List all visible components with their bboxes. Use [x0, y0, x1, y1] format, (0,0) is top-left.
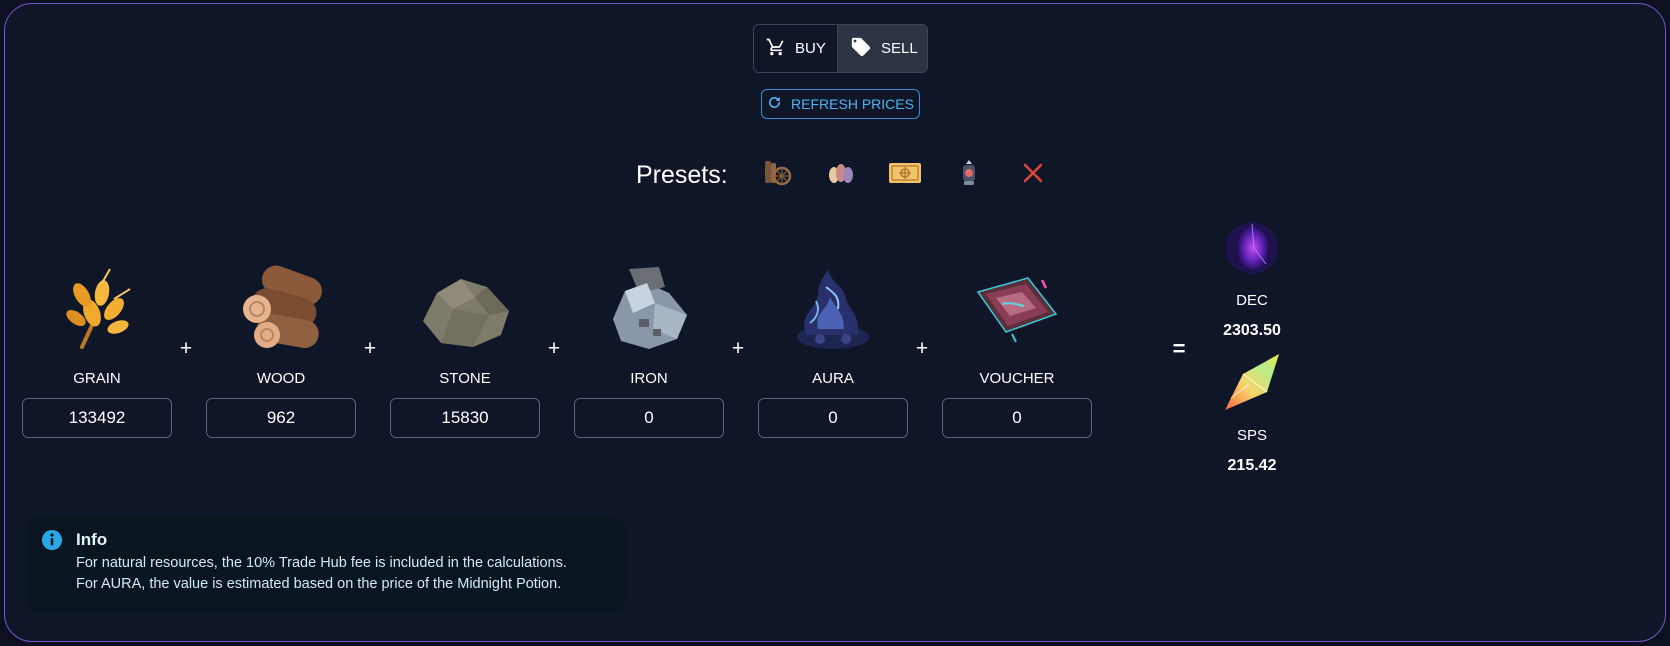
- lantern-icon: [958, 158, 980, 193]
- sell-label: SELL: [881, 40, 918, 57]
- result-sps: SPS 215.42: [1203, 351, 1301, 475]
- info-line: For natural resources, the 10% Trade Hub…: [76, 555, 567, 571]
- voucher-icon: [962, 258, 1072, 358]
- resource-grain: GRAIN: [22, 258, 172, 438]
- sell-option[interactable]: SELL: [837, 25, 927, 72]
- resource-iron: IRON: [574, 258, 724, 438]
- grain-amount-input[interactable]: [22, 398, 172, 438]
- tag-icon: [850, 36, 872, 62]
- resource-name: IRON: [630, 370, 668, 387]
- wood-icon: [226, 258, 336, 358]
- info-title: Info: [76, 530, 108, 549]
- resource-name: WOOD: [256, 370, 306, 387]
- preset-voucher[interactable]: [873, 154, 937, 196]
- iron-icon: [594, 258, 704, 358]
- presets-label: Presets:: [636, 160, 728, 189]
- refresh-prices-button[interactable]: REFRESH PRICES: [761, 89, 920, 119]
- buy-label: BUY: [795, 40, 826, 57]
- preset-potions[interactable]: [809, 154, 873, 196]
- iron-amount-input[interactable]: [574, 398, 724, 438]
- resource-name: STONE: [439, 370, 491, 387]
- info-line: For AURA, the value is estimated based o…: [76, 576, 562, 592]
- resource-stone: STONE: [390, 258, 540, 438]
- aura-amount-input[interactable]: [758, 398, 908, 438]
- plus-operator: +: [363, 337, 377, 360]
- buy-option[interactable]: BUY: [754, 25, 837, 72]
- preset-lantern[interactable]: [937, 154, 1001, 196]
- equals-operator: =: [1172, 336, 1186, 361]
- voucher-ticket-icon: [888, 161, 922, 190]
- result-value: 215.42: [1227, 457, 1277, 474]
- result-dec: DEC 2303.50: [1203, 216, 1301, 340]
- preset-wood-bundle[interactable]: [745, 154, 809, 196]
- resource-wood: WOOD: [206, 258, 356, 438]
- potions-icon: [826, 158, 856, 193]
- resource-aura: AURA: [758, 258, 908, 438]
- clear-preset-button[interactable]: [1001, 154, 1065, 196]
- presets-bar: Presets:: [636, 154, 1065, 196]
- info-box: Info For natural resources, the 10% Trad…: [26, 516, 626, 613]
- wood-amount-input[interactable]: [206, 398, 356, 438]
- result-value: 2303.50: [1223, 322, 1281, 339]
- stone-amount-input[interactable]: [390, 398, 540, 438]
- resource-name: AURA: [812, 370, 854, 387]
- buy-sell-toggle: BUY SELL: [753, 24, 928, 73]
- plus-operator: +: [547, 337, 561, 360]
- sps-shard-icon: [1220, 351, 1284, 415]
- stone-icon: [410, 258, 520, 358]
- refresh-icon: [767, 95, 782, 113]
- aura-icon: [778, 258, 888, 358]
- close-icon: [1022, 162, 1044, 189]
- market-panel: BUY SELL REFRESH PRICES Presets: GRAIN 1…: [4, 3, 1666, 642]
- info-icon: [41, 529, 63, 556]
- resource-name: GRAIN: [73, 370, 121, 387]
- plus-operator: +: [915, 337, 929, 360]
- refresh-label: REFRESH PRICES: [791, 96, 914, 112]
- wood-bundle-icon: [762, 158, 792, 193]
- cart-icon: [766, 37, 786, 61]
- plus-operator: +: [731, 337, 745, 360]
- result-name: DEC: [1236, 292, 1268, 309]
- voucher-amount-input[interactable]: [942, 398, 1092, 438]
- dec-crystal-icon: [1220, 216, 1284, 280]
- plus-operator: +: [179, 337, 193, 360]
- resource-voucher: VOUCHER: [942, 258, 1092, 438]
- result-name: SPS: [1236, 427, 1267, 444]
- grain-icon: [42, 258, 152, 358]
- resource-name: VOUCHER: [979, 370, 1055, 387]
